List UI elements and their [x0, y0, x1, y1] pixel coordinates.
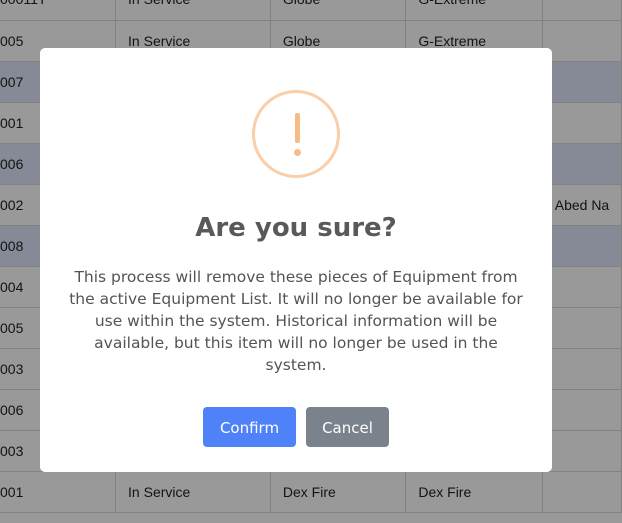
cancel-button[interactable]: Cancel: [306, 407, 389, 447]
dialog-message: This process will remove these pieces of…: [69, 268, 523, 374]
warning-exclamation-icon: [252, 90, 340, 178]
exclamation-dot: [294, 149, 301, 156]
exclamation-bar: [295, 113, 300, 143]
page: 00011TIn ServiceGlobeG-Extreme005In Serv…: [0, 0, 622, 523]
dialog-title: Are you sure?: [195, 213, 397, 243]
confirm-dialog: Are you sure? This process will remove t…: [40, 48, 552, 472]
confirm-button[interactable]: Confirm: [203, 407, 296, 447]
